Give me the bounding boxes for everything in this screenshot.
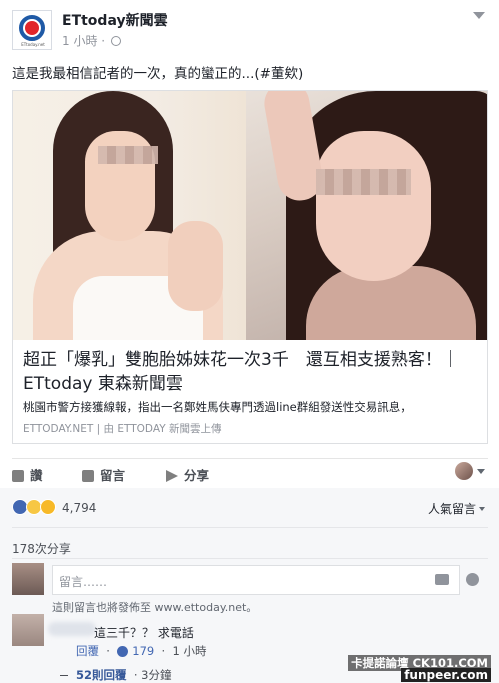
pixelated-eyes — [316, 169, 411, 195]
comment-time[interactable]: 1 小時 — [173, 644, 207, 658]
reactions-summary[interactable]: 4,794 — [12, 499, 96, 515]
reaction-count: 4,794 — [62, 501, 97, 515]
link-card[interactable]: 超正「爆乳」雙胞胎姊妹花一次3千 還互相支援熟客！｜ETtoday 東森新聞雲 … — [12, 90, 488, 444]
logo-dot — [25, 21, 39, 35]
commenter-name-blurred[interactable] — [48, 622, 96, 636]
cross-post-note: 這則留言也將發佈至 www.ettoday.net。 — [52, 601, 258, 614]
link-description: 桃園市警方接獲線報，指出一名鄭姓馬伕專門透過line群組發送性交易訊息， — [23, 400, 412, 414]
replies-label[interactable]: 52則回覆 — [76, 668, 127, 682]
chevron-down-icon[interactable] — [473, 12, 485, 19]
action-bar: 讚 留言 分享 — [12, 458, 488, 486]
watermark-funpeer: funpeer.com — [401, 668, 491, 682]
avatar[interactable] — [12, 563, 44, 595]
chevron-down-icon — [479, 507, 485, 511]
page-logo[interactable]: ETtoday.net — [12, 10, 52, 50]
replies-time: 3分鐘 — [141, 668, 172, 682]
like-label: 讚 — [30, 468, 43, 483]
reply-button[interactable]: 回覆 — [76, 644, 99, 658]
like-button[interactable]: 讚 — [12, 465, 43, 484]
emoji-icon[interactable] — [466, 573, 479, 586]
logo-caption: ETtoday.net — [21, 42, 45, 47]
page-name[interactable]: ETtoday新聞雲 — [62, 10, 168, 30]
image-arm — [168, 221, 223, 311]
link-image-left[interactable] — [13, 91, 246, 340]
link-title[interactable]: 超正「爆乳」雙胞胎姊妹花一次3千 還互相支援熟客！｜ETtoday 東森新聞雲 — [23, 348, 478, 396]
share-arrow-icon — [166, 470, 178, 482]
comment-button[interactable]: 留言 — [82, 465, 125, 484]
link-image-right[interactable] — [246, 91, 487, 340]
comment-text: 這三千？？ 求電話 — [94, 626, 194, 640]
divider — [12, 527, 488, 528]
divider — [12, 558, 488, 559]
post-time-text: 1 小時 · — [62, 34, 106, 48]
camera-icon[interactable] — [435, 574, 449, 585]
image-face — [316, 131, 431, 281]
post-text: 這是我最相信記者的一次，真的蠻正的...(#董欸) — [12, 66, 304, 82]
pixelated-eyes — [98, 146, 158, 164]
reply-arrow-icon — [60, 675, 68, 676]
like-icon — [117, 646, 129, 657]
comment-like-count[interactable]: 179 — [132, 644, 154, 658]
post-time[interactable]: 1 小時 · — [62, 32, 122, 49]
link-source: ETTODAY.NET | 由 ETTODAY 新聞雲上傳 — [23, 423, 222, 435]
thumbs-up-icon — [12, 470, 24, 482]
share-button[interactable]: 分享 — [166, 465, 209, 484]
commenter-avatar[interactable] — [12, 614, 44, 646]
comment-meta: 回覆 · 179 · 1 小時 — [76, 644, 207, 658]
chevron-down-icon[interactable] — [477, 469, 485, 474]
comment-input[interactable]: 留言…… — [52, 565, 479, 595]
comment-sort-dropdown[interactable]: 人氣留言 — [428, 500, 485, 517]
comment-icon — [82, 470, 94, 482]
view-replies[interactable]: 52則回覆 · 3分鐘 — [60, 667, 171, 683]
comment-placeholder: 留言…… — [59, 575, 108, 589]
post-as-avatar[interactable] — [455, 462, 473, 480]
comment-label: 留言 — [100, 468, 126, 483]
haha-icon — [40, 499, 56, 515]
globe-icon — [111, 36, 122, 46]
share-count[interactable]: 178次分享 — [12, 540, 71, 557]
sort-label: 人氣留言 — [427, 502, 476, 516]
share-label: 分享 — [184, 468, 210, 483]
